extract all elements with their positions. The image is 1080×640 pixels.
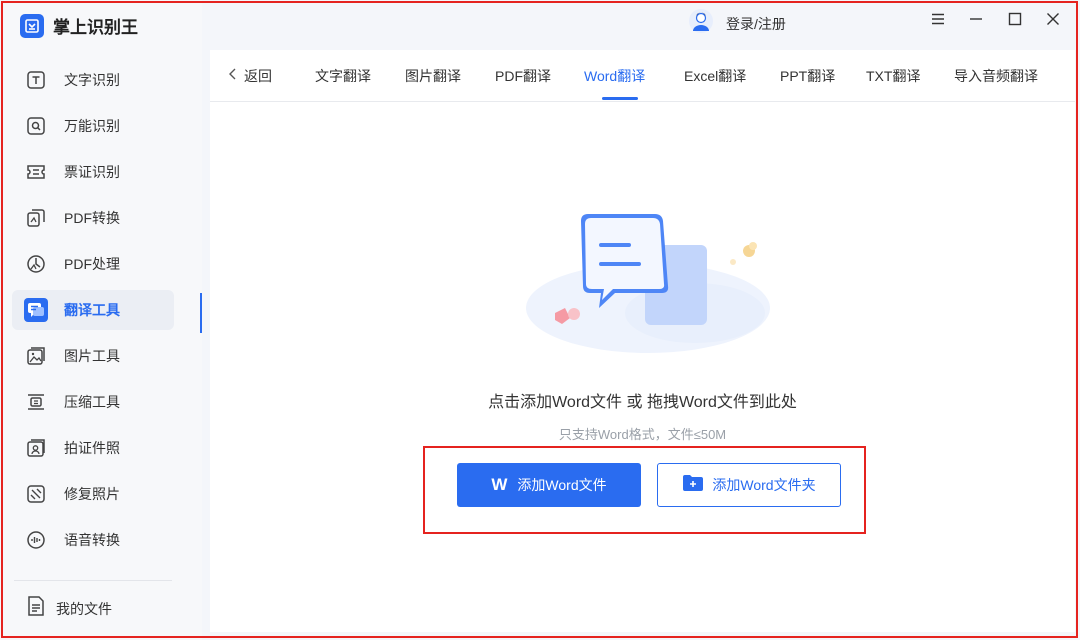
sidebar-item-ticket-recognition[interactable]: 票证识别 (12, 152, 174, 192)
ticket-recognition-icon (24, 160, 48, 184)
sidebar-item-label: 压缩工具 (64, 394, 120, 410)
sidebar-item-compress[interactable]: 压缩工具 (12, 382, 174, 422)
sidebar-item-translate[interactable]: 翻译工具 (12, 290, 174, 330)
back-button[interactable]: 返回 (228, 66, 272, 86)
minimize-icon (969, 12, 983, 31)
maximize-icon (1008, 12, 1022, 31)
sidebar-item-label: PDF转换 (64, 210, 120, 226)
sidebar-item-voice-convert[interactable]: 语音转换 (12, 520, 174, 560)
sidebar-item-text-recognition[interactable]: 文字识别 (12, 60, 174, 100)
text-recognition-icon (24, 68, 48, 92)
app-title: 掌上识别王 (53, 18, 138, 37)
word-icon: W (491, 475, 508, 494)
tab-excel-translate[interactable]: Excel翻译 (684, 66, 746, 86)
menu-button[interactable] (927, 10, 949, 32)
sidebar-item-label: 拍证件照 (64, 440, 120, 456)
sidebar-item-pdf-process[interactable]: PDF处理 (12, 244, 174, 284)
tab-word-translate[interactable]: Word翻译 (584, 66, 645, 86)
my-files-label: 我的文件 (56, 600, 112, 617)
sidebar-nav: 文字识别 万能识别 票证识别 PDF转换 PDF处理 翻译工具 图片工具 压缩工… (12, 60, 174, 566)
tab-pdf-translate[interactable]: PDF翻译 (495, 66, 551, 86)
sidebar-item-label: 文字识别 (64, 72, 120, 88)
sidebar-item-universal-recognition[interactable]: 万能识别 (12, 106, 174, 146)
back-label: 返回 (244, 68, 272, 84)
add-word-folder-button[interactable]: 添加Word文件夹 (657, 463, 841, 507)
sidebar-item-label: 图片工具 (64, 348, 120, 364)
upload-illustration (525, 188, 775, 358)
login-label: 登录/注册 (726, 15, 786, 32)
sidebar-active-indicator (200, 293, 202, 333)
sidebar-divider (14, 580, 172, 581)
sidebar-item-label: 万能识别 (64, 118, 120, 134)
sidebar-item-photo-repair[interactable]: 修复照片 (12, 474, 174, 514)
tab-txt-translate[interactable]: TXT翻译 (866, 66, 920, 86)
universal-recognition-icon (24, 114, 48, 138)
sidebar: 掌上识别王 文字识别 万能识别 票证识别 PDF转换 PDF处理 翻译工具 图片… (0, 0, 202, 640)
sidebar-item-label: 翻译工具 (64, 302, 120, 318)
image-tool-icon (24, 344, 48, 368)
sidebar-item-label: 修复照片 (64, 486, 120, 502)
main-content: 返回 文字翻译 图片翻译 PDF翻译 Word翻译 Excel翻译 PPT翻译 … (210, 50, 1075, 632)
tab-audio-translate[interactable]: 导入音频翻译 (954, 66, 1038, 86)
menu-icon (931, 12, 945, 31)
sidebar-item-image-tool[interactable]: 图片工具 (12, 336, 174, 376)
tab-text-translate[interactable]: 文字翻译 (315, 66, 371, 86)
close-icon (1046, 12, 1060, 31)
sidebar-item-label: 语音转换 (64, 532, 120, 548)
sidebar-item-my-files[interactable]: 我的文件 (24, 594, 112, 623)
tab-ppt-translate[interactable]: PPT翻译 (780, 66, 835, 86)
app-window: 掌上识别王 文字识别 万能识别 票证识别 PDF转换 PDF处理 翻译工具 图片… (0, 0, 1080, 640)
close-button[interactable] (1042, 10, 1064, 32)
add-word-folder-label: 添加Word文件夹 (712, 477, 816, 493)
add-word-file-label: 添加Word文件 (517, 477, 607, 493)
id-photo-icon (24, 436, 48, 460)
upload-instruction: 点击添加Word文件 或 拖拽Word文件到此处 (488, 394, 797, 411)
app-logo: 掌上识别王 (20, 13, 138, 38)
add-word-file-button[interactable]: W 添加Word文件 (457, 463, 641, 507)
sidebar-item-id-photo[interactable]: 拍证件照 (12, 428, 174, 468)
sidebar-item-label: PDF处理 (64, 256, 120, 272)
app-logo-icon (20, 13, 44, 38)
compress-icon (24, 390, 48, 414)
my-files-icon (24, 594, 48, 623)
pdf-process-icon (24, 252, 48, 276)
sidebar-item-label: 票证识别 (64, 164, 120, 180)
chevron-left-icon (228, 67, 238, 85)
active-tab-underline (602, 97, 638, 100)
voice-convert-icon (24, 528, 48, 552)
user-avatar-icon (688, 8, 714, 39)
minimize-button[interactable] (965, 10, 987, 32)
login-button[interactable]: 登录/注册 (688, 8, 786, 39)
translate-tabs: 返回 文字翻译 图片翻译 PDF翻译 Word翻译 Excel翻译 PPT翻译 … (210, 50, 1075, 102)
maximize-button[interactable] (1004, 10, 1026, 32)
pdf-convert-icon (24, 206, 48, 230)
photo-repair-icon (24, 482, 48, 506)
tab-image-translate[interactable]: 图片翻译 (405, 66, 461, 86)
translate-icon (24, 298, 48, 322)
folder-add-icon (682, 474, 704, 497)
upload-hint: 只支持Word格式，文件≤50M (558, 427, 727, 442)
sidebar-item-pdf-convert[interactable]: PDF转换 (12, 198, 174, 238)
